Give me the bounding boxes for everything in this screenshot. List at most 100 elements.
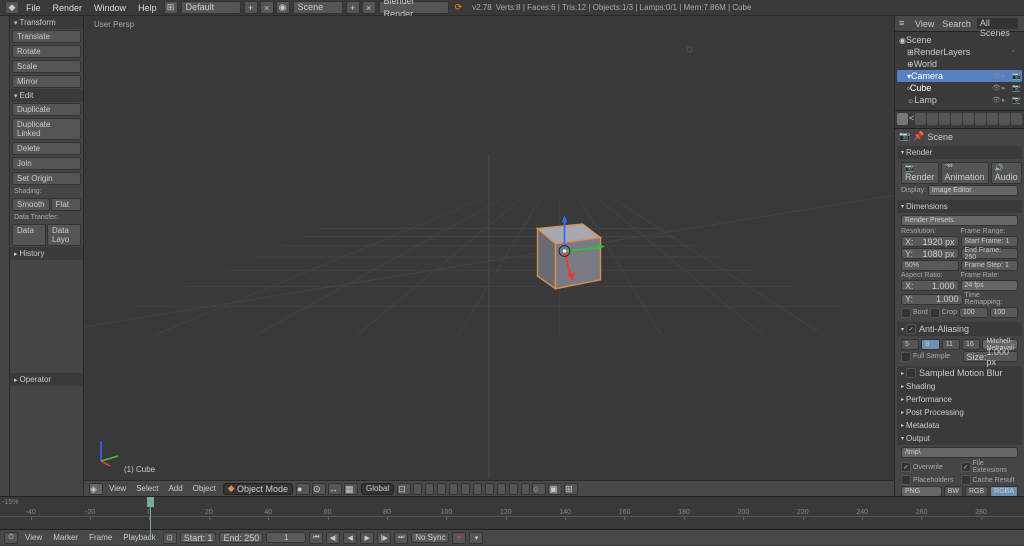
aa-11[interactable]: 11 bbox=[942, 339, 960, 350]
rotate-button[interactable]: Rotate bbox=[12, 45, 81, 58]
current-frame-field[interactable]: 1 bbox=[266, 532, 306, 543]
crop-checkbox[interactable] bbox=[930, 308, 940, 318]
pin-icon[interactable]: 📌 bbox=[913, 131, 924, 142]
play-reverse-icon[interactable]: ◀ bbox=[343, 532, 357, 544]
time-new-field[interactable]: 100 bbox=[990, 307, 1019, 318]
tab-layers[interactable] bbox=[915, 113, 926, 125]
end-frame-field[interactable]: End: 250 bbox=[219, 532, 263, 543]
keyframe-next-icon[interactable]: |▶ bbox=[377, 532, 391, 544]
tab-material[interactable] bbox=[999, 113, 1010, 125]
outliner-tree[interactable]: ◉ Scene ⊞ RenderLayers▫ ⊕ World ▾ Camera… bbox=[895, 32, 1024, 108]
data-button[interactable]: Data bbox=[12, 224, 46, 246]
menu-file[interactable]: File bbox=[20, 3, 47, 13]
timeline-playhead[interactable] bbox=[150, 497, 151, 539]
aa-5[interactable]: 5 bbox=[901, 339, 919, 350]
aa-size-field[interactable]: Size:1.000 px bbox=[963, 351, 1019, 362]
cache-checkbox[interactable] bbox=[961, 475, 971, 485]
outliner-search-label[interactable]: Search bbox=[938, 19, 975, 29]
aa-enable-checkbox[interactable] bbox=[906, 324, 916, 334]
file-ext-checkbox[interactable] bbox=[961, 462, 971, 472]
play-icon[interactable]: ▶ bbox=[360, 532, 374, 544]
scale-button[interactable]: Scale bbox=[12, 60, 81, 73]
format-selector[interactable]: PNG bbox=[901, 486, 942, 496]
tl-view[interactable]: View bbox=[21, 533, 46, 542]
outliner-filter[interactable]: All Scenes bbox=[977, 18, 1018, 29]
blender-icon[interactable]: ◆ bbox=[5, 1, 19, 14]
tree-world[interactable]: ⊕ World bbox=[897, 58, 1022, 70]
layout-selector[interactable]: Default bbox=[181, 1, 241, 14]
full-sample-checkbox[interactable] bbox=[901, 352, 911, 362]
timeline-type-icon[interactable]: ⏱ bbox=[4, 532, 18, 544]
menu-window[interactable]: Window bbox=[88, 3, 132, 13]
duplicate-button[interactable]: Duplicate bbox=[12, 103, 81, 116]
metadata-header[interactable]: Metadata bbox=[897, 419, 1022, 432]
rgb-button[interactable]: RGB bbox=[965, 486, 988, 496]
keying-set-icon[interactable]: ▾ bbox=[469, 532, 483, 544]
join-button[interactable]: Join bbox=[12, 157, 81, 170]
menu-render[interactable]: Render bbox=[47, 3, 89, 13]
history-panel-header[interactable]: History bbox=[10, 247, 83, 260]
post-processing-header[interactable]: Post Processing bbox=[897, 406, 1022, 419]
tree-lamp[interactable]: ☼ Lamp👁▸📷 bbox=[897, 94, 1022, 106]
res-x-field[interactable]: X:1920 px bbox=[901, 236, 959, 247]
scene-selector[interactable]: Scene bbox=[293, 1, 343, 14]
frame-step-field[interactable]: Frame Step: 1 bbox=[961, 260, 1019, 271]
time-old-field[interactable]: 100 bbox=[959, 307, 988, 318]
vh-select[interactable]: Select bbox=[131, 484, 163, 493]
cube-object[interactable] bbox=[524, 206, 614, 296]
delete-button[interactable]: Delete bbox=[12, 142, 81, 155]
jump-start-icon[interactable]: ⏮ bbox=[309, 532, 323, 544]
snap-element-icon[interactable]: ▣ bbox=[548, 483, 562, 495]
mirror-button[interactable]: Mirror bbox=[12, 75, 81, 88]
screen-layout-icon[interactable]: ⊞ bbox=[164, 1, 178, 14]
properties-body[interactable]: Render 📷 Render 🎬 Animation 🔊 Audio Disp… bbox=[895, 144, 1024, 496]
scene-icon[interactable]: ◉ bbox=[276, 1, 290, 14]
res-y-field[interactable]: Y:1080 px bbox=[901, 248, 959, 259]
sync-selector[interactable]: No Sync bbox=[411, 532, 449, 543]
proportional-icon[interactable]: ○ bbox=[532, 483, 546, 495]
performance-header[interactable]: Performance bbox=[897, 393, 1022, 406]
vh-view[interactable]: View bbox=[104, 484, 131, 493]
tab-scene[interactable] bbox=[927, 113, 938, 125]
tab-constraints[interactable] bbox=[963, 113, 974, 125]
manipulator-icon[interactable]: ↔ bbox=[328, 483, 342, 495]
tl-range-icon[interactable]: ⊡ bbox=[163, 532, 177, 544]
timeline[interactable]: -40 -20 0 20 40 60 80 100 120 140 160 18… bbox=[0, 497, 1024, 529]
layers-icon[interactable]: ▦ bbox=[344, 483, 358, 495]
smooth-button[interactable]: Smooth bbox=[12, 198, 50, 211]
aa-8[interactable]: 8 bbox=[921, 339, 939, 350]
fps-selector[interactable]: 24 fps bbox=[961, 280, 1019, 291]
audio-button[interactable]: 🔊 Audio bbox=[991, 162, 1022, 184]
tab-render[interactable] bbox=[897, 113, 908, 125]
output-section-header[interactable]: Output bbox=[897, 432, 1022, 445]
aa-section-header[interactable]: Anti-Aliasing bbox=[897, 322, 1022, 336]
mode-selector[interactable]: ◆ Object Mode bbox=[223, 483, 293, 495]
overwrite-checkbox[interactable] bbox=[901, 462, 911, 472]
tl-playback[interactable]: Playback bbox=[119, 533, 159, 542]
end-frame-field[interactable]: End Frame: 250 bbox=[961, 248, 1019, 259]
pivot-icon[interactable]: ⊙ bbox=[312, 483, 326, 495]
transform-panel-header[interactable]: Transform bbox=[10, 16, 83, 29]
scene-add-icon[interactable]: + bbox=[346, 1, 360, 14]
border-checkbox[interactable] bbox=[901, 308, 911, 318]
outliner-view[interactable]: View bbox=[911, 19, 938, 29]
engine-selector[interactable]: Blender Render bbox=[379, 1, 449, 14]
render-presets-selector[interactable]: Render Presets bbox=[901, 215, 1018, 226]
vh-add[interactable]: Add bbox=[163, 484, 187, 493]
aa-16[interactable]: 16 bbox=[962, 339, 980, 350]
tab-world[interactable] bbox=[939, 113, 950, 125]
layout-add-icon[interactable]: + bbox=[244, 1, 258, 14]
duplicate-linked-button[interactable]: Duplicate Linked bbox=[12, 118, 81, 140]
res-pct-field[interactable]: 50% bbox=[901, 260, 959, 271]
output-path-field[interactable]: /tmp\ bbox=[901, 447, 1018, 458]
render-button[interactable]: 📷 Render bbox=[901, 162, 939, 184]
tl-marker[interactable]: Marker bbox=[49, 533, 82, 542]
tab-texture[interactable] bbox=[1011, 113, 1022, 125]
placeholders-checkbox[interactable] bbox=[901, 475, 911, 485]
aspect-x-field[interactable]: X:1.000 bbox=[901, 280, 959, 291]
tl-frame[interactable]: Frame bbox=[85, 533, 116, 542]
tab-object[interactable] bbox=[951, 113, 962, 125]
editor-type-icon[interactable]: ◈ bbox=[89, 483, 103, 495]
snap-icon[interactable]: ⊡ bbox=[397, 483, 411, 495]
jump-end-icon[interactable]: ⏭ bbox=[394, 532, 408, 544]
